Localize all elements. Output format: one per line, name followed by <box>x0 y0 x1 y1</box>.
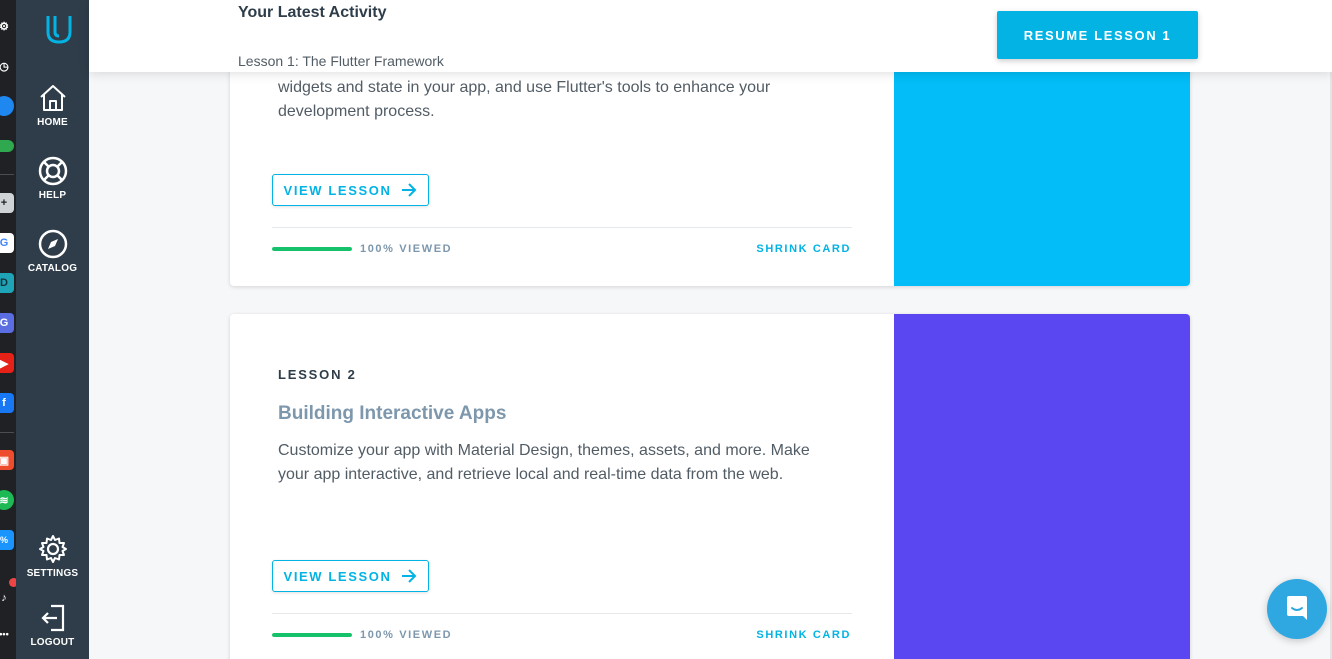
lesson-progress-bar <box>272 247 352 251</box>
sidebar-item-help[interactable]: HELP <box>16 155 89 201</box>
lesson-description: widgets and state in your app, and use F… <box>278 79 771 120</box>
lesson-description: Customize your app with Material Design,… <box>278 442 810 483</box>
d-ext-icon[interactable]: D <box>0 273 14 293</box>
lesson-number: LESSON 2 <box>278 367 357 382</box>
sidebar-item-logout[interactable]: LOGOUT <box>16 602 89 648</box>
g-ext-icon[interactable]: G <box>0 313 14 333</box>
viewed-percentage: 100% VIEWED <box>360 629 453 641</box>
shopee-ext-icon[interactable]: ▣ <box>0 450 14 470</box>
settings-ext-icon[interactable]: ⚙ <box>0 16 14 36</box>
lesson-card: LESSON 2 Building Interactive Apps Custo… <box>230 314 1190 659</box>
shrink-card-link[interactable]: SHRINK CARD <box>756 629 851 641</box>
shrink-card-link[interactable]: SHRINK CARD <box>756 243 851 255</box>
card-divider <box>272 613 852 614</box>
sidebar-item-label: HOME <box>37 117 68 128</box>
sidebar-item-label: HELP <box>38 190 67 201</box>
view-lesson-button[interactable]: VIEW LESSON <box>272 560 429 592</box>
compass-icon <box>38 229 67 259</box>
messenger-ext-icon[interactable] <box>0 96 14 116</box>
lesson-progress-bar <box>272 633 352 637</box>
history-ext-icon[interactable]: ◷ <box>0 56 14 76</box>
tiki-ext-icon[interactable]: % <box>0 530 14 550</box>
view-lesson-button[interactable]: VIEW LESSON <box>272 174 429 206</box>
gear-icon <box>38 535 67 563</box>
spotify-ext-icon[interactable]: ≋ <box>0 490 14 510</box>
lesson-title[interactable]: Building Interactive Apps <box>278 403 506 425</box>
view-lesson-label: VIEW LESSON <box>283 568 392 584</box>
more-ext-icon[interactable]: ••• <box>0 624 14 644</box>
lifebuoy-icon <box>38 156 67 186</box>
logout-icon <box>40 604 64 632</box>
resume-lesson-button[interactable]: RESUME LESSON 1 <box>997 11 1198 59</box>
home-icon <box>39 85 66 111</box>
extension-divider <box>0 174 14 175</box>
view-lesson-label: VIEW LESSON <box>283 182 392 198</box>
add-ext-icon[interactable]: + <box>0 193 14 213</box>
card-divider <box>272 227 852 228</box>
sidebar-item-label: LOGOUT <box>30 637 75 648</box>
sidebar-item-label: CATALOG <box>27 263 78 274</box>
google-ext-icon[interactable]: G <box>0 233 14 253</box>
sidebar-item-catalog[interactable]: CATALOG <box>16 228 89 274</box>
extension-divider <box>0 432 14 433</box>
sidebar-item-settings[interactable]: SETTINGS <box>16 533 89 579</box>
sidebar-item-label: SETTINGS <box>26 568 79 579</box>
sidebar-item-home[interactable]: HOME <box>16 82 89 128</box>
chat-button[interactable] <box>1267 579 1327 639</box>
chat-icon <box>1287 596 1307 620</box>
facebook-ext-icon[interactable]: f <box>0 393 14 413</box>
lesson-art-panel <box>894 314 1190 659</box>
lesson-progress-fill <box>272 247 352 251</box>
page-title: Your Latest Activity <box>238 4 387 21</box>
viewed-percentage: 100% VIEWED <box>360 243 453 255</box>
browser-extension-strip: ⚙ ◷ + G D G ▶ f ▣ ≋ % ♪ ••• <box>0 0 16 659</box>
latest-lesson-link[interactable]: Lesson 1: The Flutter Framework <box>238 53 444 69</box>
arrow-right-icon <box>402 183 417 197</box>
sidebar: HOME HELP CATALOG SETTINGS LOGOUT <box>16 0 89 659</box>
gamepad-ext-icon[interactable] <box>0 140 14 152</box>
udacity-logo-icon[interactable] <box>42 12 76 51</box>
lesson-progress-fill <box>272 633 352 637</box>
notification-dot <box>9 578 16 587</box>
latest-activity-header: Your Latest Activity Lesson 1: The Flutt… <box>89 0 1332 72</box>
arrow-right-icon <box>402 569 417 583</box>
youtube-ext-icon[interactable]: ▶ <box>0 353 14 373</box>
bell-ext-icon[interactable]: ♪ <box>0 588 14 608</box>
